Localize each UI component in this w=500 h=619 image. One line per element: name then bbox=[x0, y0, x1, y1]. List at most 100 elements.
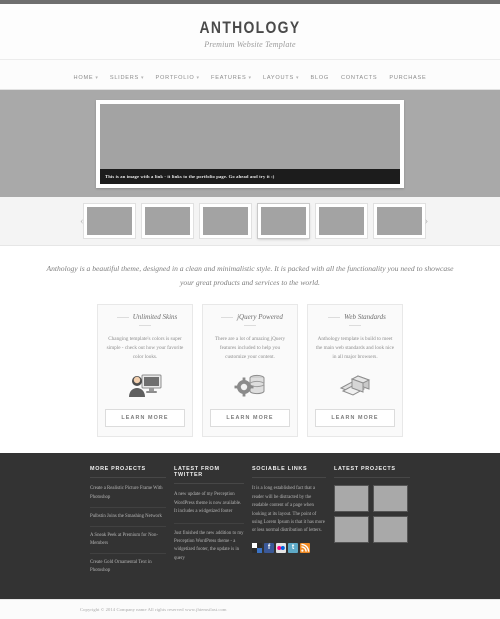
feature-description: Anthology template is build to meet the … bbox=[315, 336, 395, 361]
learn-more-button[interactable]: LEARN MORE bbox=[315, 409, 395, 428]
feature-description: There are a lot of amazing jQuery featur… bbox=[214, 336, 286, 361]
user-monitor-icon bbox=[105, 368, 185, 402]
slider-thumbnail-strip: ‹ › bbox=[0, 197, 500, 246]
chevron-down-icon: ▾ bbox=[95, 76, 98, 81]
feature-boxes: Unlimited Skins Changing template's color… bbox=[0, 304, 500, 453]
feature-title: Web Standards bbox=[315, 313, 395, 329]
nav-link-label[interactable]: PORTFOLIO bbox=[156, 75, 195, 81]
slider-thumbnail[interactable] bbox=[315, 204, 367, 238]
project-link[interactable]: Create Gold Ornamental Text in Photoshop bbox=[90, 559, 166, 575]
tweet-text: A new update of my Perception WordPress … bbox=[174, 492, 242, 515]
copyright-text: Copyright © 2014 Company name All rights… bbox=[80, 607, 227, 613]
footer-heading-sociable: SOCIABLE LINKS bbox=[252, 466, 326, 479]
site-header: ANTHOLOGY Premium Website Template bbox=[0, 4, 500, 59]
page-root: ANTHOLOGY Premium Website Template HOME ▾… bbox=[0, 0, 500, 619]
nav-item-purchase[interactable]: PURCHASE bbox=[389, 66, 426, 84]
nav-link-label[interactable]: CONTACTS bbox=[341, 75, 377, 81]
copyright-bar: Copyright © 2014 Company name All rights… bbox=[0, 599, 500, 619]
twitter-icon[interactable]: t bbox=[288, 542, 298, 553]
carousel-next-icon[interactable]: › bbox=[425, 215, 429, 227]
rss-icon[interactable] bbox=[300, 542, 310, 553]
site-footer: MORE PROJECTS Create a Realistic Picture… bbox=[0, 453, 500, 600]
list-item: Create Gold Ornamental Text in Photoshop bbox=[90, 559, 166, 580]
nav-item-contacts[interactable]: CONTACTS bbox=[341, 66, 377, 84]
divider bbox=[349, 324, 361, 326]
sociable-text: It is a long established fact that a rea… bbox=[252, 486, 325, 534]
nav-item-home[interactable]: HOME ▾ bbox=[74, 66, 98, 84]
delicious-icon[interactable] bbox=[252, 542, 262, 553]
site-tagline: Premium Website Template bbox=[204, 40, 296, 49]
chevron-down-icon: ▾ bbox=[248, 76, 251, 81]
feature-box: Web Standards Anthology template is build… bbox=[307, 304, 403, 438]
hero-slider-band: This is an image with a link - it links … bbox=[0, 90, 500, 197]
intro-tagline: Anthology is a beautiful theme, designed… bbox=[46, 264, 454, 288]
tweet-text: Just finished the new addition to my Per… bbox=[174, 530, 244, 561]
nav-item-layouts[interactable]: LAYOUTS ▾ bbox=[263, 66, 298, 84]
feature-title: Unlimited Skins bbox=[105, 313, 185, 329]
nav-list: HOME ▾ SLIDERS ▾ PORTFOLIO ▾ FEATURES ▾ LAYOUTS ▾… bbox=[68, 66, 433, 84]
divider bbox=[221, 316, 234, 318]
nav-link-label[interactable]: BLOG bbox=[310, 75, 329, 81]
nav-link-label[interactable]: HOME bbox=[74, 75, 94, 81]
project-thumbnail[interactable] bbox=[334, 485, 369, 513]
list-item: Create a Realistic Picture Frame With Ph… bbox=[90, 485, 166, 508]
nav-link-label[interactable]: SLIDERS bbox=[110, 75, 139, 81]
more-projects-list: Create a Realistic Picture Frame With Ph… bbox=[90, 485, 166, 580]
footer-columns: MORE PROJECTS Create a Realistic Picture… bbox=[90, 466, 410, 585]
thumbnail-carousel: ‹ › bbox=[80, 204, 428, 238]
chevron-down-icon: ▾ bbox=[196, 76, 200, 81]
slider-thumbnail[interactable] bbox=[373, 204, 425, 238]
list-item: A Sneak Peek at Premium for Non-Members bbox=[90, 532, 166, 555]
footer-col-sociable: SOCIABLE LINKS It is a long established … bbox=[252, 466, 326, 585]
social-icon-list: ft bbox=[252, 542, 326, 553]
footer-col-latest-projects: LATEST PROJECTS bbox=[334, 466, 410, 585]
nav-item-portfolio[interactable]: PORTFOLIO ▾ bbox=[156, 66, 200, 84]
nav-link-label[interactable]: PURCHASE bbox=[389, 75, 426, 81]
project-thumbnail[interactable] bbox=[373, 516, 408, 544]
facebook-icon[interactable]: f bbox=[264, 542, 274, 553]
nav-item-features[interactable]: FEATURES ▾ bbox=[211, 66, 251, 84]
books-box-icon bbox=[315, 368, 395, 402]
slider-thumbnail[interactable] bbox=[257, 204, 309, 238]
chevron-down-icon: ▾ bbox=[295, 76, 299, 81]
feature-description: Changing template's colors is super simp… bbox=[106, 336, 184, 361]
slider-thumbnail[interactable] bbox=[199, 204, 251, 238]
feature-box: jQuery Powered There are a lot of amazing… bbox=[202, 304, 298, 438]
thumbnail-list bbox=[83, 204, 425, 238]
footer-heading-more-projects: MORE PROJECTS bbox=[90, 466, 166, 479]
feature-title: jQuery Powered bbox=[210, 313, 290, 329]
feature-title-text: Unlimited Skins bbox=[132, 313, 178, 322]
learn-more-button[interactable]: LEARN MORE bbox=[105, 409, 185, 428]
site-logo[interactable]: ANTHOLOGY bbox=[45, 18, 455, 38]
slider-thumbnail[interactable] bbox=[83, 204, 135, 238]
project-thumbnail[interactable] bbox=[373, 485, 408, 513]
flickr-icon[interactable] bbox=[276, 542, 286, 553]
nav-item-sliders[interactable]: SLIDERS ▾ bbox=[110, 66, 144, 84]
footer-col-twitter: LATEST FROM TWITTER A new update of my P… bbox=[174, 466, 244, 585]
feature-title-text: jQuery Powered bbox=[237, 313, 283, 322]
feature-title-text: Web Standards bbox=[344, 313, 386, 322]
nav-link-label[interactable]: LAYOUTS bbox=[263, 75, 294, 81]
footer-heading-latest-projects: LATEST PROJECTS bbox=[334, 466, 410, 479]
footer-col-more-projects: MORE PROJECTS Create a Realistic Picture… bbox=[90, 466, 166, 585]
divider bbox=[244, 324, 256, 326]
divider bbox=[328, 316, 341, 318]
slider-thumbnail[interactable] bbox=[141, 204, 193, 238]
project-link[interactable]: Pulbstin Joins the Smashing Network bbox=[90, 513, 166, 521]
latest-projects-grid bbox=[334, 485, 408, 544]
slider-frame: This is an image with a link - it links … bbox=[96, 100, 404, 188]
project-thumbnail[interactable] bbox=[334, 516, 369, 544]
project-link[interactable]: A Sneak Peek at Premium for Non-Members bbox=[90, 532, 166, 548]
list-item: Pulbstin Joins the Smashing Network bbox=[90, 513, 166, 527]
gear-database-icon bbox=[210, 368, 290, 402]
nav-item-blog[interactable]: BLOG bbox=[310, 66, 329, 84]
learn-more-button[interactable]: LEARN MORE bbox=[210, 409, 290, 428]
main-navigation: HOME ▾ SLIDERS ▾ PORTFOLIO ▾ FEATURES ▾ LAYOUTS ▾… bbox=[0, 59, 500, 90]
tweet-item: Just finished the new addition to my Per… bbox=[174, 530, 244, 570]
chevron-down-icon: ▾ bbox=[141, 76, 144, 81]
nav-link-label[interactable]: FEATURES bbox=[211, 75, 246, 81]
slider-image[interactable]: This is an image with a link - it links … bbox=[100, 104, 400, 184]
slider-caption: This is an image with a link - it links … bbox=[100, 169, 400, 184]
project-link[interactable]: Create a Realistic Picture Frame With Ph… bbox=[90, 485, 166, 501]
tweet-item: A new update of my Perception WordPress … bbox=[174, 491, 244, 524]
